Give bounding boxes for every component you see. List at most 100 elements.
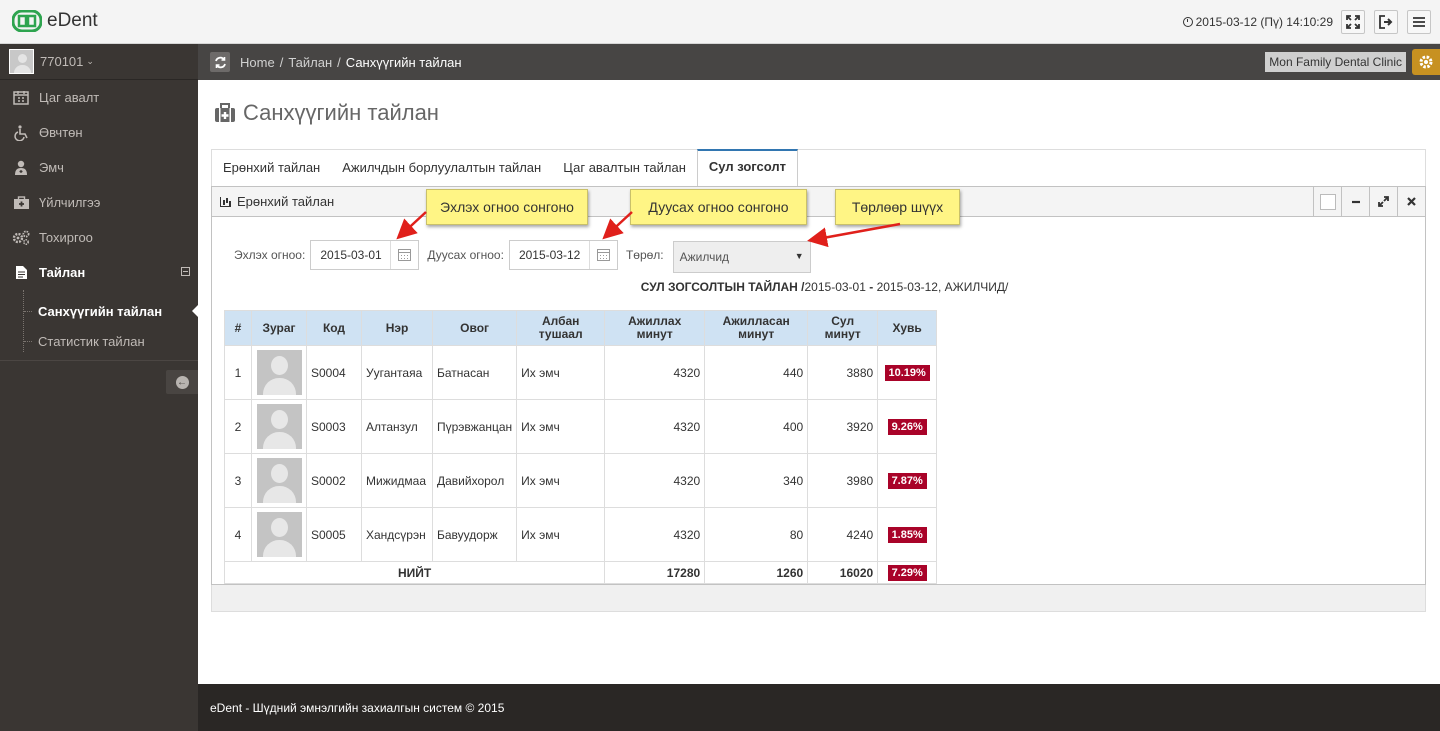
table-total-row: НИЙТ 17280 1260 16020 7.29% (223, 561, 938, 584)
tab-appointment-report[interactable]: Цаг авалтын тайлан (552, 150, 697, 186)
worked-minutes-cell: 400 (704, 399, 809, 454)
end-date-label: Дуусах огноо: (427, 248, 504, 262)
breadcrumb-separator: / (279, 54, 284, 70)
page-title: Санхүүгийн тайлан (214, 100, 439, 126)
position-cell: Их эмч (516, 399, 606, 454)
datetime: 2015-03-12 (Пү) 14:10:29 (1182, 15, 1333, 29)
breadcrumb-current: Санхүүгийн тайлан (345, 54, 462, 70)
page-title-text: Санхүүгийн тайлан (243, 100, 439, 125)
worked-minutes-cell: 440 (704, 345, 809, 400)
table-header-row: # Зураг Код Нэр Овог Албан тушаал Ажилла… (224, 310, 938, 346)
sidebar-subitem-statistics-report[interactable]: Статистик тайлан (0, 326, 198, 356)
user-photo (256, 350, 302, 395)
settings-button[interactable] (1412, 49, 1440, 75)
callout-start-date: Эхлэх огноо сонгоно (426, 189, 588, 225)
total-work-minutes: 17280 (604, 561, 706, 584)
widget-select-control[interactable] (1313, 187, 1341, 216)
end-date-input[interactable]: 2015-03-12 (508, 240, 618, 270)
menu-button[interactable] (1407, 10, 1431, 34)
row-number: 4 (224, 507, 252, 562)
logout-button[interactable] (1374, 10, 1398, 34)
column-header-percent: Хувь (877, 310, 938, 346)
row-number: 2 (224, 399, 252, 454)
sidebar-menu: Цаг авалт Өвчтөн Эмч Үйлчилгээ Тохиргоо (0, 80, 198, 290)
tab-idle-time[interactable]: Сул зогсолт (696, 149, 799, 187)
user-menu[interactable]: 770101 ⌄ (0, 44, 198, 80)
percent-badge: 1.85% (887, 526, 927, 543)
wheelchair-icon (12, 124, 30, 141)
column-header-number: # (224, 310, 252, 346)
ribbon: Home / Тайлан / Санхүүгийн тайлан Mon Fa… (198, 44, 1440, 80)
minify-sidebar-button[interactable]: ← (166, 370, 198, 394)
type-select-value: Ажилчид (679, 250, 730, 264)
total-worked-minutes: 1260 (704, 561, 809, 584)
column-header-worked-minutes: Ажилласан минут (704, 310, 809, 346)
sidebar-item-reports[interactable]: Тайлан (0, 255, 198, 290)
sidebar-item-patients[interactable]: Өвчтөн (0, 115, 198, 150)
medkit-icon (12, 195, 30, 211)
page-footer: eDent - Шүдний эмнэлгийн захиалгын систе… (198, 684, 1440, 731)
bar-chart-icon (220, 196, 231, 207)
column-header-work-minutes: Ажиллах минут (604, 310, 706, 346)
position-cell: Их эмч (516, 507, 606, 562)
position-cell: Их эмч (516, 345, 606, 400)
start-date-calendar-button[interactable] (390, 241, 418, 269)
idle-time-table: # Зураг Код Нэр Овог Албан тушаал Ажилла… (223, 310, 938, 584)
report-title-end: 2015-03-12, АЖИЛЧИД/ (876, 280, 1009, 294)
report-title-start: 2015-03-01 (804, 280, 866, 294)
sidebar-item-label: Цаг авалт (39, 90, 100, 105)
tab-employee-sales-report[interactable]: Ажилчдын борлуулалтын тайлан (331, 150, 552, 186)
code-cell: S0005 (306, 507, 362, 562)
app-name: eDent (47, 10, 98, 31)
file-icon (12, 265, 30, 281)
sidebar-item-doctors[interactable]: Эмч (0, 150, 198, 185)
sidebar-subitem-financial-report[interactable]: Санхүүгийн тайлан (0, 296, 198, 326)
total-idle-minutes: 16020 (807, 561, 879, 584)
clock-icon (1182, 17, 1193, 27)
collapse-icon[interactable] (181, 267, 190, 276)
widget-header: Ерөнхий тайлан (212, 187, 1425, 217)
percent-cell: 7.87% (877, 453, 938, 508)
user-md-icon (12, 160, 30, 176)
breadcrumb-home[interactable]: Home (240, 55, 275, 70)
calendar-icon (12, 90, 30, 106)
sidebar-item-settings[interactable]: Тохиргоо (0, 220, 198, 255)
close-icon (1407, 197, 1416, 206)
calendar-icon (398, 249, 412, 261)
table-row: 2 S0003 Алтанзул Пүрэвжанцан Их эмч 4320… (224, 399, 938, 454)
widget-collapse-button[interactable] (1341, 187, 1369, 216)
clinic-name-badge: Mon Family Dental Clinic (1265, 52, 1406, 72)
type-label: Төрөл: (625, 248, 664, 262)
minus-icon (1351, 200, 1360, 203)
sidebar-item-services[interactable]: Үйлчилгээ (0, 185, 198, 220)
widget-close-button[interactable] (1397, 187, 1425, 216)
app-logo[interactable]: eDent (12, 10, 98, 32)
sidebar-item-label: Үйлчилгээ (39, 195, 101, 210)
expand-icon (1378, 196, 1389, 207)
user-photo (256, 404, 302, 449)
breadcrumb-reports[interactable]: Тайлан (288, 55, 332, 70)
idle-minutes-cell: 4240 (807, 507, 879, 562)
idle-minutes-cell: 3980 (807, 453, 879, 508)
refresh-button[interactable] (210, 52, 230, 72)
sidebar-subitem-label: Санхүүгийн тайлан (38, 303, 163, 319)
end-date-calendar-button[interactable] (588, 241, 617, 269)
arrow-circle-left-icon: ← (175, 375, 189, 389)
code-cell: S0002 (306, 453, 362, 508)
gears-icon (12, 230, 30, 246)
report-filters: Эхлэх огноо: 2015-03-01 Дуусах огноо: 20… (234, 237, 811, 273)
chevron-down-icon: ⌄ (86, 56, 94, 66)
sidebar-item-appointments[interactable]: Цаг авалт (0, 80, 198, 115)
widget-fullscreen-button[interactable] (1369, 187, 1397, 216)
menu-icon (1413, 17, 1425, 27)
code-cell: S0004 (306, 345, 362, 400)
sidebar-item-label: Эмч (39, 160, 64, 175)
start-date-input[interactable]: 2015-03-01 (310, 240, 420, 270)
reports-submenu: Санхүүгийн тайлан Статистик тайлан (0, 290, 198, 361)
tab-general-report[interactable]: Ерөнхий тайлан (212, 150, 331, 186)
fullscreen-button[interactable] (1341, 10, 1365, 34)
type-select[interactable]: Ажилчид ▼ (672, 241, 811, 273)
row-number: 1 (224, 345, 252, 400)
widget-footer (211, 585, 1426, 612)
widget-title-text: Ерөнхий тайлан (237, 194, 335, 209)
